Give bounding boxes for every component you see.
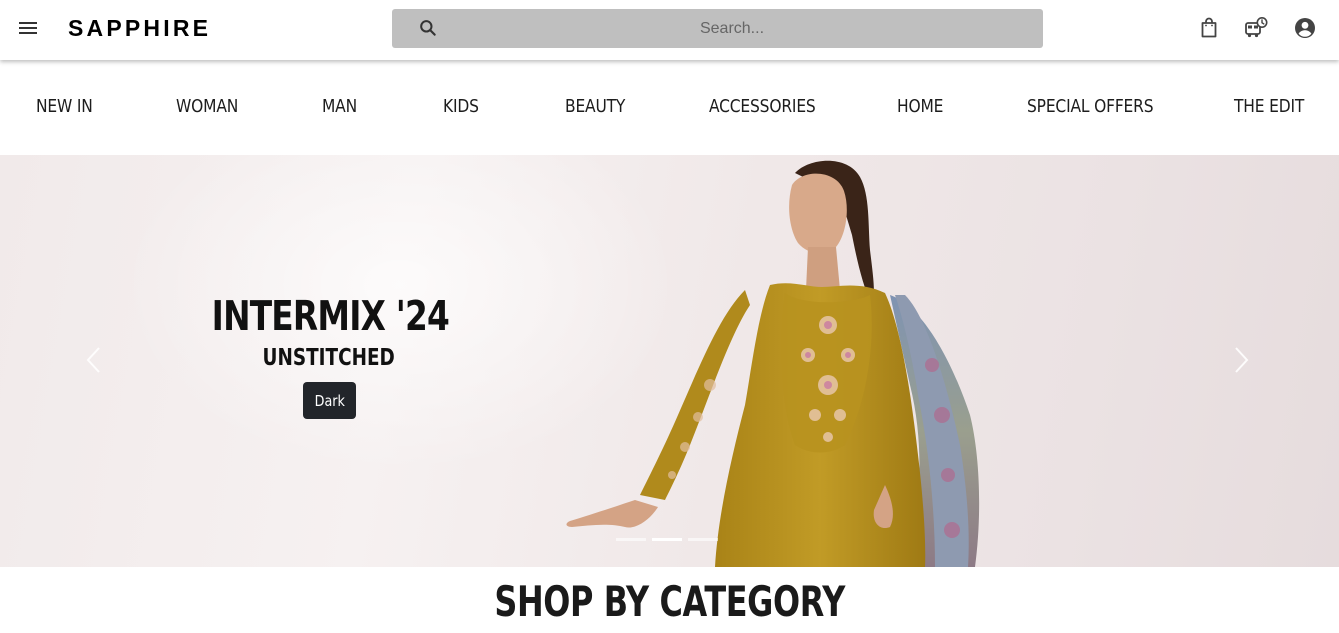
hero-banner[interactable]: INTERMIX '24 UNSTITCHED Dark [0,155,1339,567]
carousel-dot-1[interactable] [616,538,646,541]
nav-item-man[interactable]: MAN [322,96,357,117]
site-header: SAPPHIRE [0,0,1339,60]
search-icon[interactable] [418,18,438,38]
carousel-next-arrow-icon[interactable] [1231,345,1251,375]
nav-item-new-in[interactable]: NEW IN [36,96,93,117]
nav-item-kids[interactable]: KIDS [443,96,479,117]
shopping-bag-icon[interactable] [1197,16,1221,40]
nav-item-the-edit[interactable]: THE EDIT [1234,96,1304,117]
hamburger-menu-icon[interactable] [18,19,38,39]
carousel-prev-arrow-icon[interactable] [84,345,104,375]
nav-item-woman[interactable]: WOMAN [176,96,238,117]
search-input[interactable] [452,9,1012,48]
shop-by-category-heading: SHOP BY CATEGORY [494,577,845,626]
nav-item-special-offers[interactable]: SPECIAL OFFERS [1027,96,1154,117]
nav-item-home[interactable]: HOME [897,96,943,117]
order-tracking-icon[interactable] [1244,16,1268,40]
hero-cta-button[interactable]: Dark [303,382,356,419]
brand-logo[interactable]: SAPPHIRE [68,15,211,42]
main-navigation: NEW IN WOMAN MAN KIDS BEAUTY ACCESSORIES… [0,60,1339,155]
hero-title: INTERMIX '24 [211,292,449,340]
carousel-dot-3[interactable] [688,538,718,541]
account-icon[interactable] [1293,16,1317,40]
nav-item-accessories[interactable]: ACCESSORIES [709,96,816,117]
carousel-dot-2[interactable] [652,538,682,541]
search-bar[interactable] [392,9,1043,48]
nav-item-beauty[interactable]: BEAUTY [565,96,625,117]
